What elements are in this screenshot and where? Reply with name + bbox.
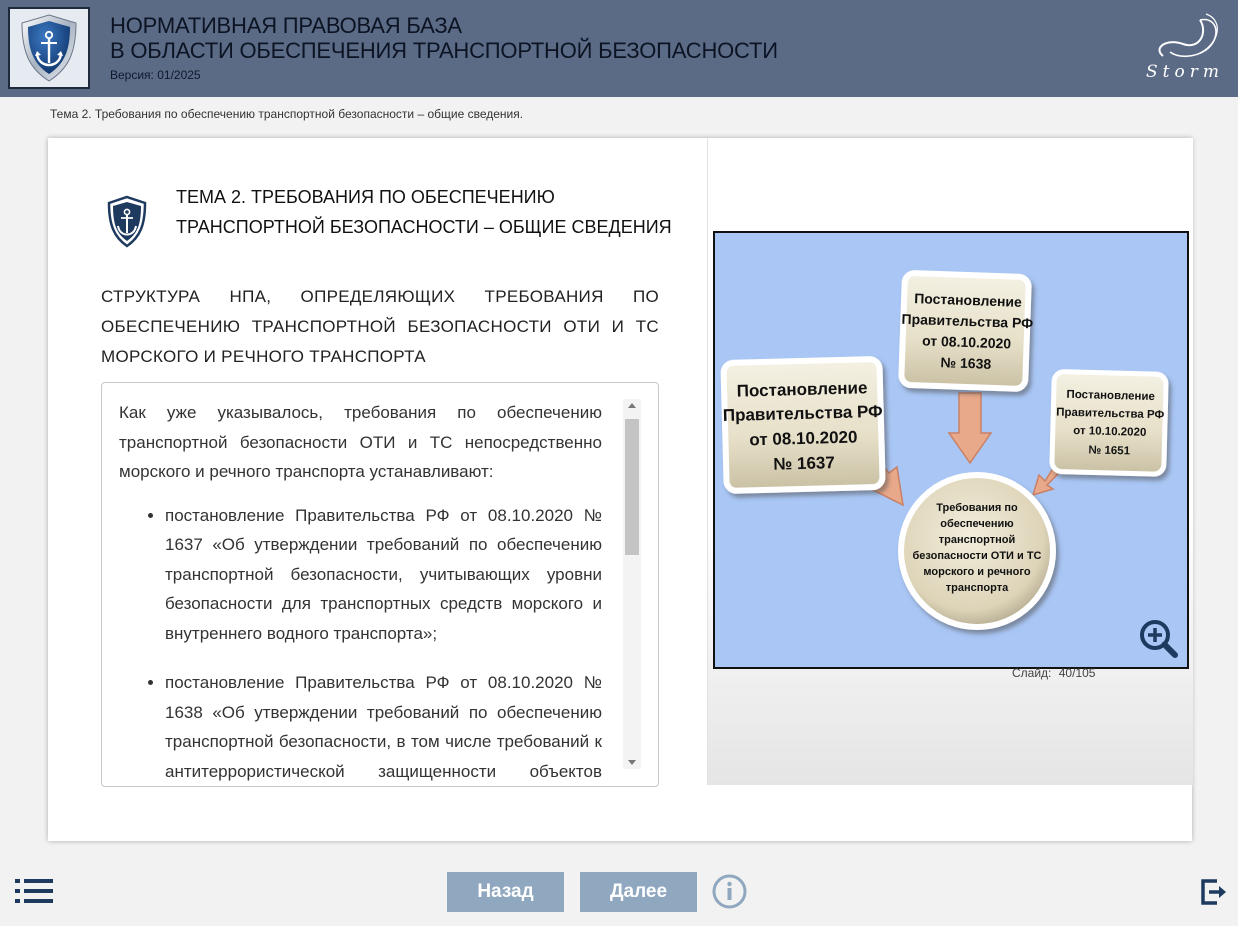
logo bbox=[8, 7, 90, 89]
box-1637-line: Постановление bbox=[737, 378, 868, 400]
box-1637-line: № 1637 bbox=[773, 453, 835, 474]
scrollable-text-box[interactable]: Как уже указывалось, требования по обесп… bbox=[101, 382, 659, 787]
circle-line: транспортной bbox=[939, 534, 1015, 546]
zoom-in-icon[interactable] bbox=[1139, 619, 1179, 659]
arrow-center bbox=[947, 392, 993, 465]
app-header: НОРМАТИВНАЯ ПРАВОВАЯ БАЗА В ОБЛАСТИ ОБЕС… bbox=[0, 0, 1238, 97]
document-list: постановление Правительства РФ от 08.10.… bbox=[119, 501, 602, 787]
scroll-down-arrow-icon[interactable] bbox=[628, 760, 636, 765]
next-button[interactable]: Далее bbox=[580, 872, 697, 912]
version-label: Версия: 01/2025 bbox=[110, 68, 201, 82]
slide-card: ТЕМА 2. ТРЕБОВАНИЯ ПО ОБЕСПЕЧЕНИЮ ТРАНСП… bbox=[48, 138, 1193, 841]
section-title: СТРУКТУРА НПА, ОПРЕДЕЛЯЮЩИХ ТРЕБОВАНИЯ П… bbox=[101, 287, 659, 366]
brand-name: Storm bbox=[1146, 62, 1224, 82]
box-1638-line: от 08.10.2020 bbox=[922, 332, 1012, 351]
document-box-1637: Постановление Правительства РФ от 08.10.… bbox=[720, 356, 886, 494]
circle-line: Требования по bbox=[936, 502, 1018, 514]
topic-title-line2: ТРАНСПОРТНОЙ БЕЗОПАСНОСТИ – ОБЩИЕ СВЕДЕН… bbox=[176, 217, 672, 237]
topic-title: ТЕМА 2. ТРЕБОВАНИЯ ПО ОБЕСПЕЧЕНИЮ ТРАНСП… bbox=[176, 182, 672, 242]
box-1638-line: № 1638 bbox=[940, 354, 991, 372]
document-box-1651: Постановление Правительства РФ от 10.10.… bbox=[1049, 369, 1169, 477]
info-icon[interactable] bbox=[712, 874, 747, 909]
slide-current: 40 bbox=[1058, 666, 1073, 680]
slide-image-column: Постановление Правительства РФ от 08.10.… bbox=[707, 138, 1193, 785]
scrollbar-thumb[interactable] bbox=[625, 419, 639, 555]
box-1651-line: от 10.10.2020 bbox=[1073, 425, 1146, 439]
box-1637-line: от 08.10.2020 bbox=[749, 428, 858, 450]
box-1651-line: № 1651 bbox=[1088, 444, 1131, 457]
app-title-line1: НОРМАТИВНАЯ ПРАВОВАЯ БАЗА bbox=[110, 13, 462, 38]
circle-line: безопасности ОТИ и ТС bbox=[913, 550, 1042, 562]
text-content: Как уже указывалось, требования по обесп… bbox=[119, 398, 602, 787]
document-box-1638: Постановление Правительства РФ от 08.10.… bbox=[898, 270, 1033, 392]
app-title: НОРМАТИВНАЯ ПРАВОВАЯ БАЗА В ОБЛАСТИ ОБЕС… bbox=[110, 13, 778, 63]
circle-line: морского и речного bbox=[923, 566, 1030, 578]
slide-counter-label: Слайд: bbox=[1012, 666, 1052, 680]
scroll-up-arrow-icon[interactable] bbox=[628, 403, 636, 408]
breadcrumb: Тема 2. Требования по обеспечению трансп… bbox=[50, 107, 524, 121]
circle-line: обеспечению bbox=[940, 518, 1013, 530]
list-item: постановление Правительства РФ от 08.10.… bbox=[165, 501, 602, 649]
list-item: постановление Правительства РФ от 08.10.… bbox=[165, 668, 602, 786]
circle-line: транспорта bbox=[946, 582, 1009, 594]
topic-title-line1: ТЕМА 2. ТРЕБОВАНИЯ ПО ОБЕСПЕЧЕНИЮ bbox=[176, 187, 555, 207]
npa-structure-diagram[interactable]: Постановление Правительства РФ от 08.10.… bbox=[713, 231, 1189, 669]
anchor-shield-icon bbox=[107, 195, 147, 248]
intro-paragraph: Как уже указывалось, требования по обесп… bbox=[119, 403, 602, 481]
diagram-graphic: Постановление Правительства РФ от 08.10.… bbox=[720, 270, 1169, 630]
anchor-shield-logo-icon bbox=[21, 14, 77, 82]
scrollbar[interactable] bbox=[623, 399, 641, 769]
slide-text-column: ТЕМА 2. ТРЕБОВАНИЯ ПО ОБЕСПЕЧЕНИЮ ТРАНСП… bbox=[48, 138, 706, 841]
box-1651-line: Постановление bbox=[1066, 389, 1155, 403]
back-button[interactable]: Назад bbox=[447, 872, 564, 912]
menu-list-icon[interactable] bbox=[15, 878, 53, 904]
slide-counter: Слайд: 40/105 bbox=[1012, 666, 1095, 680]
app-title-line2: В ОБЛАСТИ ОБЕСПЕЧЕНИЯ ТРАНСПОРТНОЙ БЕЗОП… bbox=[110, 38, 778, 63]
exit-icon[interactable] bbox=[1200, 878, 1228, 906]
slide-total: 105 bbox=[1075, 666, 1096, 680]
requirements-circle: Требования по обеспечению транспортной б… bbox=[898, 472, 1056, 630]
